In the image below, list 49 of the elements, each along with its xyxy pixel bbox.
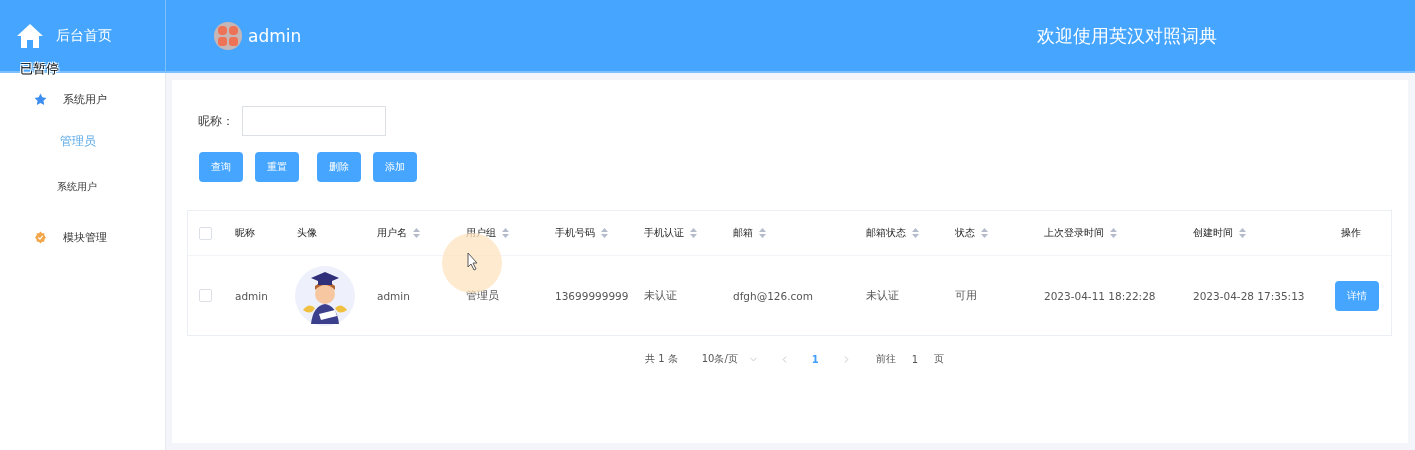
column-header: 昵称 — [235, 226, 255, 240]
sort-icon[interactable] — [1239, 228, 1246, 238]
table-cell: 可用 — [955, 288, 977, 303]
sort-icon[interactable] — [690, 228, 697, 238]
total-count: 共 1 条 — [645, 352, 678, 366]
sort-icon[interactable] — [413, 228, 420, 238]
table-cell: 未认证 — [644, 288, 677, 303]
table-cell: 2023-04-28 17:35:13 — [1193, 289, 1305, 302]
sort-icon[interactable] — [912, 228, 919, 238]
table-cell: admin — [235, 289, 268, 302]
sort-icon[interactable] — [502, 228, 509, 238]
table-cell: 13699999999 — [555, 289, 629, 302]
star-icon — [34, 92, 47, 106]
goto-page-field[interactable]: 1 — [911, 353, 919, 365]
badge-icon — [34, 230, 47, 244]
page-title: 欢迎使用英汉对照词典 — [1037, 23, 1217, 48]
goto-label: 前往 — [875, 352, 896, 366]
column-header[interactable]: 上次登录时间 — [1044, 226, 1104, 240]
page-suffix: 页 — [934, 352, 945, 366]
submenu-item[interactable]: 系统用户 — [0, 164, 165, 209]
table-cell: admin — [377, 289, 410, 302]
menu-item[interactable]: 系统用户 — [0, 87, 165, 111]
menu-item[interactable]: 模块管理 — [0, 225, 165, 249]
column-header: 操作 — [1341, 226, 1361, 240]
page-size-select[interactable]: 10条/页 — [701, 352, 738, 366]
table-cell: 管理员 — [466, 288, 499, 303]
column-header[interactable]: 手机认证 — [644, 226, 684, 240]
column-header[interactable]: 状态 — [955, 226, 975, 240]
field-label: 昵称： — [198, 112, 234, 130]
nickname-field[interactable] — [242, 106, 386, 136]
paused-label: 已暂停 — [20, 60, 59, 78]
avatar-icon — [214, 21, 242, 50]
column-header: 头像 — [297, 226, 317, 240]
column-header[interactable]: 创建时间 — [1193, 226, 1233, 240]
column-header[interactable]: 用户名 — [377, 226, 407, 240]
table-cell: 2023-04-11 18:22:28 — [1044, 289, 1156, 302]
row-checkbox[interactable] — [199, 289, 212, 302]
sort-icon[interactable] — [601, 228, 608, 238]
home-icon[interactable] — [16, 22, 44, 49]
select-all-checkbox[interactable] — [199, 226, 212, 240]
column-header[interactable]: 邮箱 — [733, 226, 753, 240]
column-header[interactable]: 手机号码 — [555, 226, 595, 240]
column-header[interactable]: 邮箱状态 — [866, 226, 906, 240]
table-cell: dfgh@126.com — [733, 289, 813, 302]
sort-icon[interactable] — [981, 228, 988, 238]
column-header[interactable]: 用户组 — [466, 226, 496, 240]
sort-icon[interactable] — [1110, 228, 1117, 238]
table-cell: 未认证 — [866, 288, 899, 303]
sort-icon[interactable] — [759, 228, 766, 238]
